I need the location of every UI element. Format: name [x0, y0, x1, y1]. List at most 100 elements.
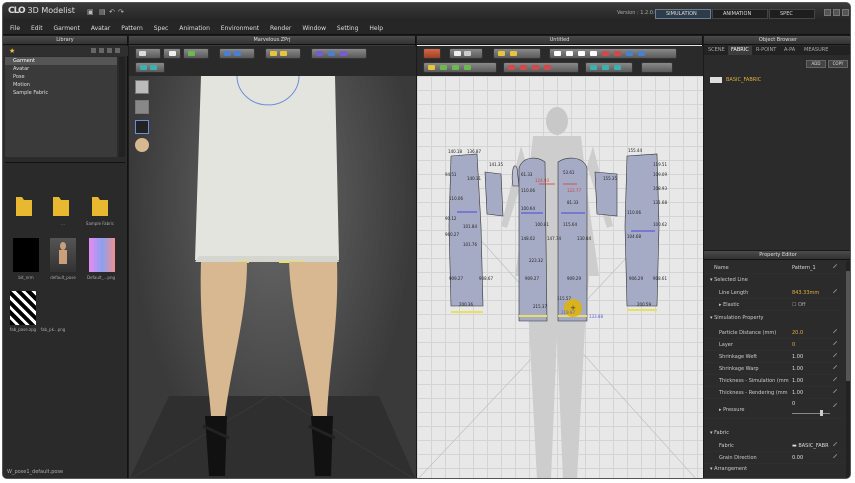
- pattern-tool-button[interactable]: [423, 48, 441, 59]
- pattern-canvas[interactable]: + 140.18 136.87 94.51 140.31 110.06 90.1…: [417, 76, 703, 478]
- list-view-icon[interactable]: [99, 48, 104, 53]
- folder-thumb-2[interactable]: ...: [50, 193, 76, 227]
- tree-item-garment[interactable]: Garment: [5, 57, 117, 65]
- tree-item-pose[interactable]: Pose: [5, 73, 117, 81]
- prop-thickness-simulation[interactable]: Thickness - Simulation (mm 1.00: [704, 375, 844, 387]
- prop-layer[interactable]: Layer 0: [704, 339, 844, 351]
- undo-icon[interactable]: ↶: [109, 8, 115, 16]
- menu-spec[interactable]: Spec: [154, 22, 169, 35]
- shaded-view-icon[interactable]: [135, 80, 149, 94]
- redo-icon[interactable]: ↷: [118, 8, 124, 16]
- panel3-label-4: 109.09: [653, 172, 667, 177]
- property-editor-panel: Property Editor Name Pattern_1 ▾ Selected…: [704, 251, 850, 478]
- avatar-view-icon[interactable]: [135, 100, 149, 114]
- menu-animation[interactable]: Animation: [179, 22, 210, 35]
- seam-toolbar[interactable]: [503, 62, 579, 73]
- tree-item-avatar[interactable]: Avatar: [5, 65, 117, 73]
- sewing-toolbar[interactable]: [423, 62, 497, 73]
- section-arrangement[interactable]: ▾ Arrangement: [710, 466, 747, 472]
- tab-r-point[interactable]: R-POINT: [756, 47, 776, 53]
- panel2-label-10: 115.64: [563, 222, 577, 227]
- view-2d-toolbar: [417, 46, 703, 76]
- texture-view-icon[interactable]: [135, 120, 149, 134]
- copy-fabric-button[interactable]: COPY: [828, 60, 848, 68]
- add-folder-icon[interactable]: [107, 48, 112, 53]
- menu-edit[interactable]: Edit: [31, 22, 43, 35]
- prop-shrinkage-weft[interactable]: Shrinkage Weft 1.00: [704, 351, 844, 363]
- panel1-label-2: 136.87: [467, 149, 481, 154]
- menu-environment[interactable]: Environment: [221, 22, 259, 35]
- zebra-texture-thumb[interactable]: [10, 291, 36, 325]
- simulate-button[interactable]: [135, 48, 161, 59]
- tree-scrollbar[interactable]: [119, 57, 125, 157]
- prop-shrinkage-warp[interactable]: Shrinkage Warp 1.00: [704, 363, 844, 375]
- tab-scene[interactable]: SCENE: [708, 47, 725, 53]
- prop-grain-direction[interactable]: Grain Direction 0.00: [704, 452, 844, 464]
- grid-view-icon[interactable]: [91, 48, 96, 53]
- fold-button[interactable]: [219, 48, 255, 59]
- scroll-thumb[interactable]: [846, 271, 850, 381]
- favorite-star-icon[interactable]: ★: [9, 47, 15, 55]
- section-simulation-property[interactable]: ▾ Simulation Property: [710, 315, 764, 321]
- pin-button[interactable]: [265, 48, 301, 59]
- open-icon[interactable]: ▤: [99, 8, 106, 16]
- library-panel: Library ★ Garment Avatar Pose Motion Sam…: [3, 36, 128, 478]
- draw-shapes-toolbar[interactable]: [549, 48, 677, 59]
- prop-particle-distance[interactable]: Particle Distance (mm) 20.0: [704, 327, 844, 339]
- black-texture-thumb[interactable]: [13, 238, 39, 272]
- menu-help[interactable]: Help: [369, 22, 383, 35]
- simulation-mode-button[interactable]: SIMULATION: [655, 9, 711, 19]
- segment-edit-button[interactable]: [493, 48, 541, 59]
- prop-thickness-rendering[interactable]: Thickness - Rendering (mm 1.00: [704, 387, 844, 399]
- folder-thumb-1[interactable]: [13, 193, 39, 227]
- zoom-toolbar[interactable]: [641, 62, 673, 73]
- panel1-label-10: 909.27: [449, 276, 463, 281]
- tree-item-sample-fabric[interactable]: Sample Fabric: [5, 89, 117, 97]
- folder-thumb-sample-fabric[interactable]: Sample Fabric: [86, 193, 115, 227]
- panel1-label-7: 101.84: [463, 224, 477, 229]
- move-button[interactable]: [183, 48, 209, 59]
- tack-button[interactable]: [311, 48, 367, 59]
- select-button[interactable]: [163, 48, 181, 59]
- fabric-item-basic[interactable]: BASIC_FABRIC: [726, 77, 761, 83]
- thumb-label: bit_nrm: [18, 275, 34, 280]
- section-fabric[interactable]: ▾ Fabric: [710, 430, 729, 436]
- add-fabric-button[interactable]: ADD: [806, 60, 826, 68]
- avatar-display-button[interactable]: [135, 62, 165, 73]
- property-scrollbar[interactable]: [846, 261, 850, 478]
- pressure-slider-handle[interactable]: [820, 410, 823, 416]
- refresh-icon[interactable]: [115, 48, 120, 53]
- section-selected-line[interactable]: ▾ Selected Line: [710, 277, 748, 283]
- panel2-label-2: 61.33: [521, 172, 533, 177]
- prop-pressure[interactable]: ▸ Pressure 0: [704, 401, 844, 419]
- pattern-select-button[interactable]: [449, 48, 483, 59]
- tab-fabric[interactable]: FABRIC: [728, 46, 752, 55]
- spec-mode-button[interactable]: SPEC: [769, 9, 815, 19]
- close-icon[interactable]: [842, 9, 849, 16]
- menu-avatar[interactable]: Avatar: [91, 22, 110, 35]
- prop-fabric[interactable]: Fabric ▬ BASIC_FABR: [704, 440, 844, 452]
- save-icon[interactable]: ▣: [87, 8, 94, 16]
- folder-icon: [16, 197, 32, 216]
- tree-item-motion[interactable]: Motion: [5, 81, 117, 89]
- tab-a-pa[interactable]: A-PA: [784, 47, 795, 53]
- animation-mode-button[interactable]: ANIMATION: [712, 9, 768, 19]
- tab-measure[interactable]: MEASURE: [804, 47, 828, 53]
- skin-view-icon[interactable]: [135, 138, 149, 152]
- menu-file[interactable]: File: [10, 22, 20, 35]
- minimize-icon[interactable]: [824, 9, 831, 16]
- menu-window[interactable]: Window: [302, 22, 326, 35]
- avatar-thumb[interactable]: [50, 238, 76, 272]
- pressure-slider[interactable]: [792, 413, 830, 414]
- menu-render[interactable]: Render: [270, 22, 291, 35]
- gradient-texture-thumb[interactable]: [89, 238, 115, 272]
- panel3-label-1: 155.35: [603, 176, 617, 181]
- prop-elastic[interactable]: ▸ Elastic ☐ Off: [704, 299, 844, 311]
- viewport-3d[interactable]: [129, 75, 416, 478]
- menu-setting[interactable]: Setting: [337, 22, 358, 35]
- menu-garment[interactable]: Garment: [54, 22, 80, 35]
- arrange-toolbar[interactable]: [585, 62, 633, 73]
- maximize-icon[interactable]: [833, 9, 840, 16]
- menu-pattern[interactable]: Pattern: [121, 22, 143, 35]
- prop-line-length[interactable]: Line Length 843.33mm: [704, 287, 844, 299]
